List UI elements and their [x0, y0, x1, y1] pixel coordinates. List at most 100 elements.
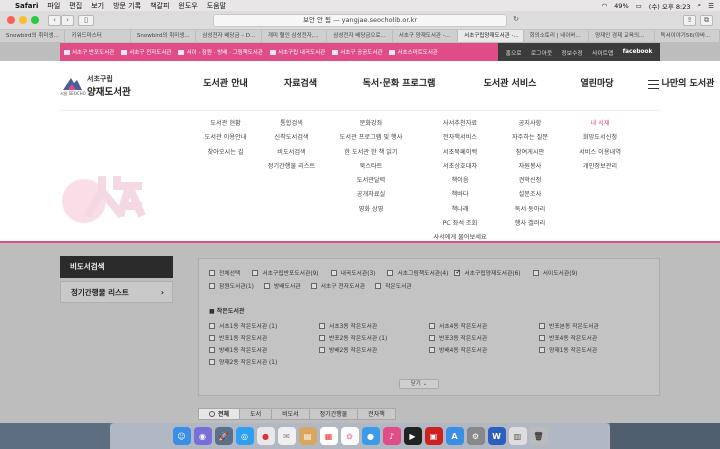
submenu-item[interactable]: 문화강좌 [360, 118, 383, 127]
menu-window[interactable]: 윈도우 [178, 1, 197, 11]
tab-all[interactable]: 전체 [198, 408, 241, 420]
system-preferences-icon[interactable]: ⚙ [466, 427, 485, 445]
family-site-link[interactable]: 서초스마트도서관 [389, 48, 438, 56]
submenu-item[interactable]: 도서관 현황 [210, 118, 240, 127]
submenu-item[interactable]: 도서관 이용안내 [205, 132, 247, 141]
launchpad-icon[interactable]: 🚀 [214, 427, 233, 445]
tv-icon[interactable]: ▶ [403, 427, 422, 445]
video-app-icon[interactable]: ▣ [424, 427, 443, 445]
control-center-icon[interactable]: ☰ [708, 2, 714, 10]
tab-nonbooks[interactable]: 비도서 [271, 408, 310, 420]
tab-books[interactable]: 도서 [239, 408, 273, 420]
submenu-item[interactable]: 신착도서검색 [274, 132, 308, 141]
finder-icon[interactable]: ☺ [172, 427, 191, 445]
submenu-item[interactable]: 개인정보관리 [583, 161, 617, 170]
menu-file[interactable]: 파일 [47, 1, 60, 11]
submenu-item[interactable]: 자원봉사 [519, 161, 542, 170]
library-checkbox[interactable] [330, 269, 337, 276]
browser-tab-active[interactable]: 서초구립양재도서관 -... [458, 30, 524, 42]
submenu-item[interactable]: 통합검색 [280, 118, 303, 127]
small-lib-checkbox[interactable]: 반포1동 작은도서관 [209, 333, 267, 342]
safari-icon[interactable]: ◎ [235, 427, 254, 445]
submenu-item[interactable]: 찾아오시는 길 [207, 147, 243, 156]
library-checkbox[interactable] [310, 282, 317, 289]
submenu-item[interactable]: 정기간행물 리스트 [268, 161, 316, 170]
address-bar[interactable]: 보안 안 됨 — yangjae.seocholib.or.kr [213, 14, 507, 27]
menu-history[interactable]: 방문 기록 [113, 1, 141, 11]
browser-tab[interactable]: Snowbird의 취미생... [131, 30, 197, 42]
small-lib-checkbox[interactable]: 서초3동 작은도서관 [319, 321, 377, 330]
fold-filter-button[interactable]: 닫기 ⌄ [399, 379, 439, 389]
submenu-item[interactable]: 한 도서관 한 책 읽기 [344, 147, 397, 156]
submenu-item[interactable]: 도서관 프로그램 및 행사 [340, 132, 403, 141]
sitemap-link[interactable]: 사이트맵 [592, 48, 613, 57]
library-checkbox[interactable] [532, 269, 539, 276]
contacts-icon[interactable]: ▤ [298, 427, 317, 445]
submenu-item[interactable]: 행사 갤러리 [515, 218, 545, 227]
sidebar-item-nonbook-search[interactable]: 비도서검색 [60, 256, 173, 278]
browser-tab[interactable]: 양재인 경제 교육의... [589, 30, 655, 42]
browser-tab[interactable]: 서초구 양재도서관 -... [393, 30, 459, 42]
facebook-link[interactable]: facebook [623, 49, 653, 55]
hamburger-menu-icon[interactable] [648, 80, 659, 92]
library-checkbox[interactable] [387, 269, 394, 276]
tab-ebooks[interactable]: 전자책 [357, 408, 396, 420]
small-lib-checkbox[interactable]: 서초1동 작은도서관 (1) [209, 321, 277, 330]
browser-tab[interactable]: 개미 혈인 삼성전자,... [262, 30, 328, 42]
tab-periodicals[interactable]: 정기간행물 [308, 408, 359, 420]
menu-app-name[interactable]: Safari [15, 2, 38, 10]
submenu-item[interactable]: 자주하는 질문 [512, 132, 548, 141]
library-checkbox-checked[interactable] [454, 268, 461, 276]
search-icon[interactable]: ⌕ [698, 1, 702, 10]
submenu-item[interactable]: 전자책서비스 [443, 132, 477, 141]
small-lib-checkbox[interactable]: 양재1동 작은도서관 [539, 345, 597, 354]
small-lib-checkbox[interactable]: 양재2동 작은도서관 (1) [209, 357, 277, 366]
siri-icon[interactable]: ◉ [193, 427, 212, 445]
submenu-item[interactable]: 희망도서신청 [583, 132, 617, 141]
library-logo[interactable]: 서울 SEOCHO 서초구립 양재도서관 [60, 74, 131, 98]
small-lib-checkbox[interactable]: 서초4동 작은도서관 [429, 321, 487, 330]
zoom-window-button[interactable] [31, 16, 39, 24]
family-site-link[interactable]: 서초구립 내곡도서관 [269, 48, 325, 56]
submenu-item[interactable]: 참여게시판 [516, 147, 544, 156]
gnb-my-library[interactable]: 나만의 도서관 [651, 76, 720, 89]
clock[interactable]: (수) 오후 8:23 [649, 1, 691, 11]
minimize-window-button[interactable] [19, 16, 27, 24]
submenu-item[interactable]: 책나래 [451, 204, 468, 213]
submenu-item[interactable]: 비도서검색 [277, 147, 305, 156]
submenu-item[interactable]: 견학신청 [519, 175, 542, 184]
submenu-item[interactable]: 책바다 [451, 189, 468, 198]
submenu-item[interactable]: 사서추천자료 [443, 118, 477, 127]
submenu-item[interactable]: 서비스 이용내역 [579, 147, 621, 156]
library-checkbox[interactable] [252, 269, 259, 276]
music-icon[interactable]: ♪ [382, 427, 401, 445]
browser-tab[interactable]: 회의소토리 | 네이버... [524, 30, 590, 42]
submenu-item[interactable]: 사서에게 물어보세요 [433, 232, 486, 241]
messages-icon[interactable]: ● [361, 427, 380, 445]
logout-link[interactable]: 로그아웃 [531, 48, 552, 57]
submenu-item[interactable]: 공개자료실 [357, 189, 385, 198]
edit-profile-link[interactable]: 정보수정 [561, 48, 582, 57]
family-site-link[interactable]: 서초구 공공도서관 [332, 48, 382, 56]
submenu-item-active[interactable]: 내 서재 [590, 118, 609, 127]
gnb-about[interactable]: 도서관 안내 [196, 76, 255, 89]
browser-tab[interactable]: 키워드마스터 [65, 30, 131, 42]
battery-percent[interactable]: 49% [614, 2, 628, 10]
downloads-folder-icon[interactable]: ▥ [508, 427, 527, 445]
gnb-community[interactable]: 열린마당 [562, 76, 632, 89]
library-checkbox[interactable] [375, 282, 382, 289]
submenu-item[interactable]: 서초상호대차 [443, 161, 477, 170]
family-site-link[interactable]: 서이 · 잠원 · 방배 · 그림책도서관 [178, 48, 263, 56]
menu-bookmarks[interactable]: 책갈피 [150, 1, 169, 11]
menu-view[interactable]: 보기 [91, 1, 104, 11]
small-lib-checkbox[interactable]: 반포4동 작은도서관 [539, 333, 597, 342]
trash-icon[interactable]: 🗑 [529, 427, 548, 445]
browser-tab[interactable]: 삼성전자 배당금으로... [327, 30, 393, 42]
forward-button[interactable]: › [61, 15, 74, 26]
sidebar-item-periodicals[interactable]: 정기간행물 리스트 › [60, 281, 173, 303]
select-all-checkbox[interactable] [209, 269, 215, 276]
app-store-icon[interactable]: A [445, 427, 464, 445]
sidebar-toggle-icon[interactable]: ▯ [78, 15, 94, 26]
back-button[interactable]: ‹ [48, 15, 61, 26]
home-link[interactable]: 홈으로 [506, 48, 522, 57]
